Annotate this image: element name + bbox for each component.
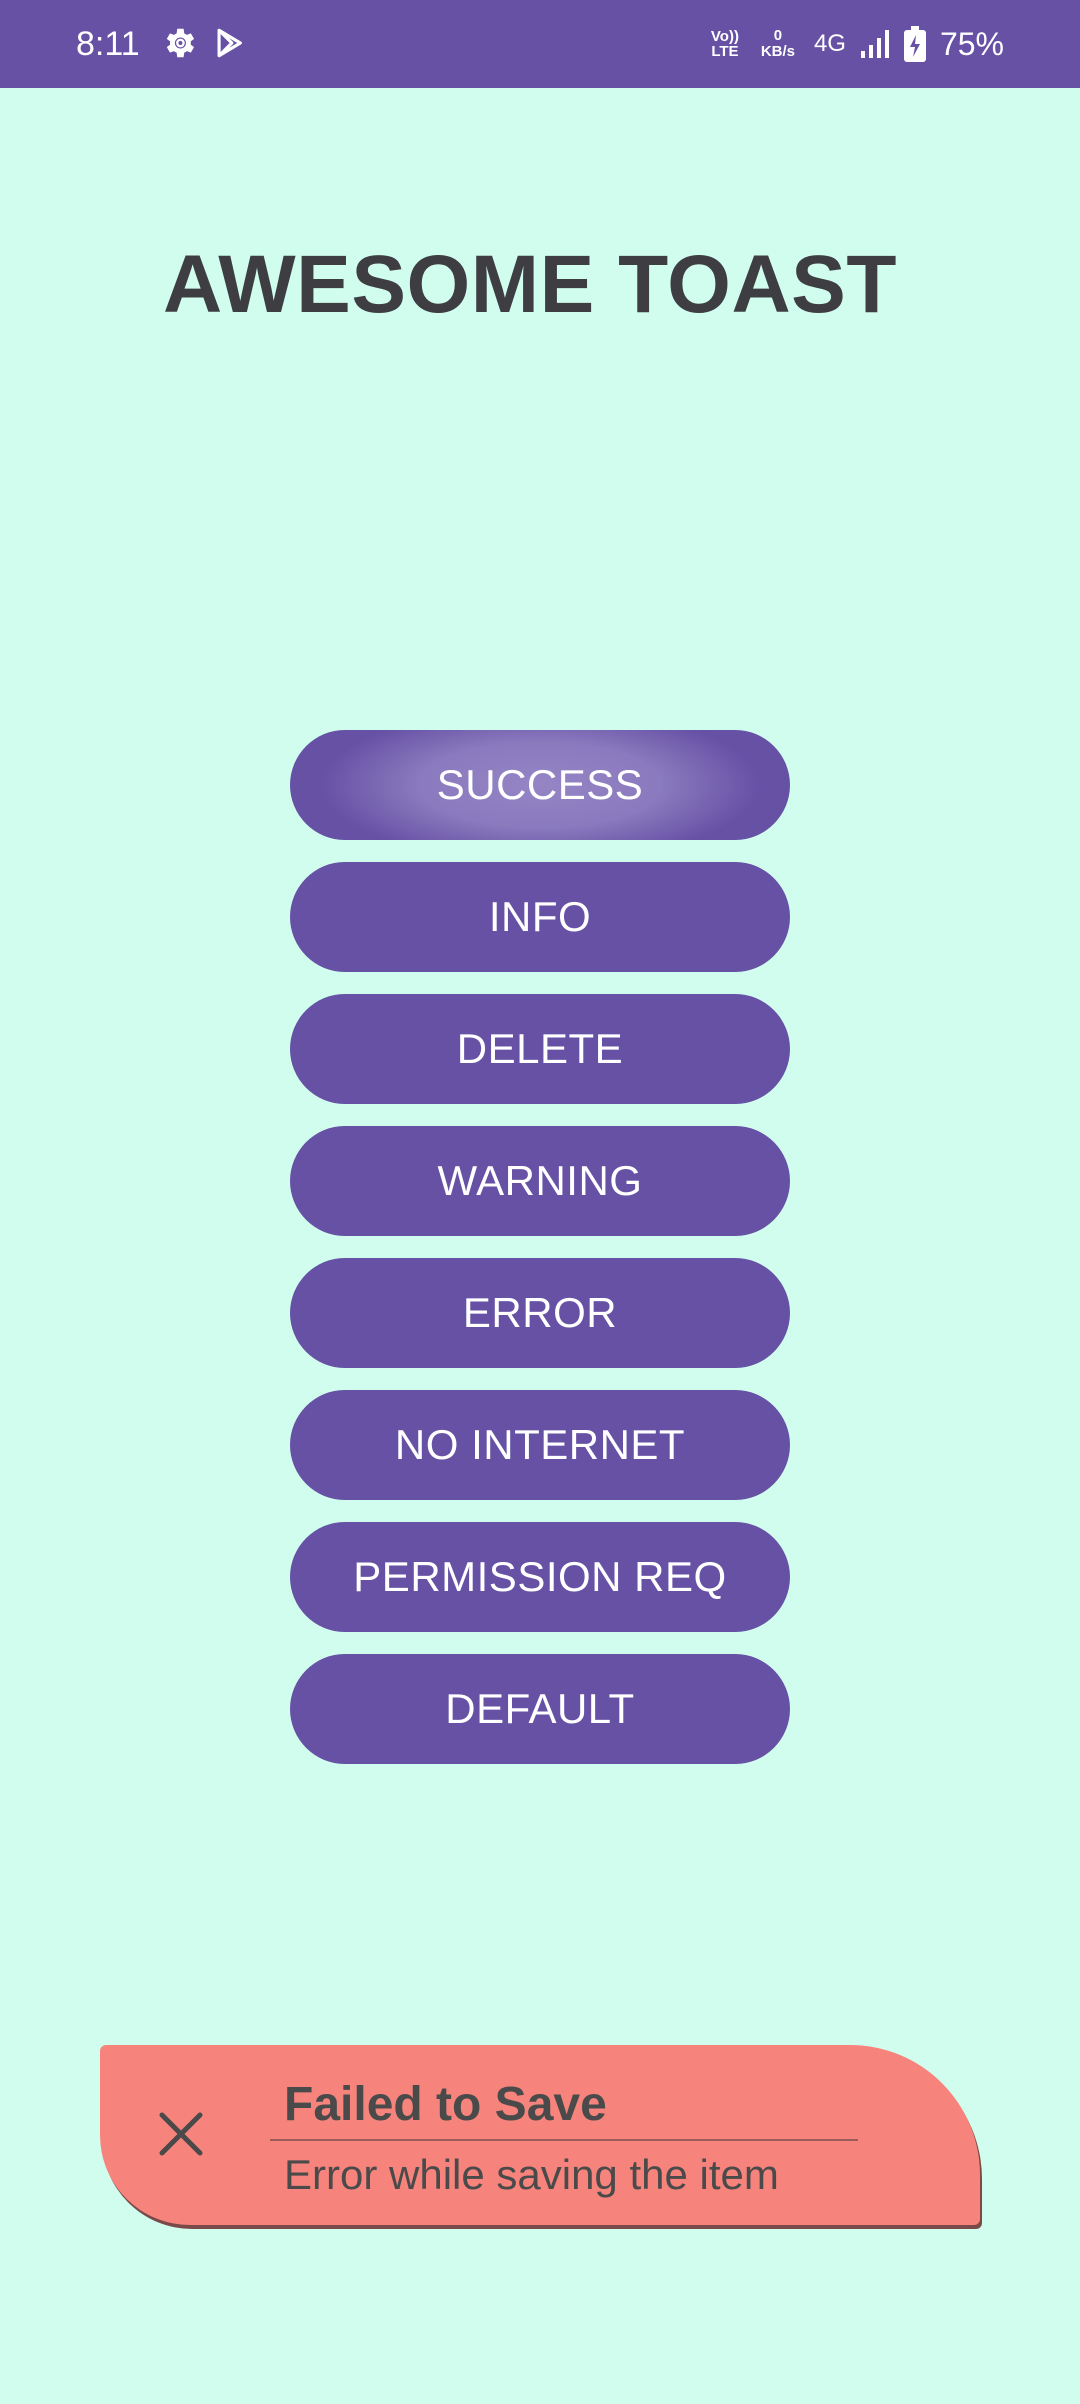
error-toast: Failed to Save Error while saving the it…: [100, 2045, 980, 2225]
delete-button-label: DELETE: [456, 1025, 624, 1072]
error-button[interactable]: ERROR: [290, 1258, 790, 1368]
gear-icon: [166, 28, 195, 58]
toast-divider: [270, 2139, 858, 2141]
success-button[interactable]: SUCCESS: [290, 730, 790, 840]
status-right-group: Vo)) LTE 0 KB/s 4G 75%: [708, 18, 1004, 70]
info-button[interactable]: INFO: [290, 862, 790, 972]
network-type: 4G: [813, 30, 846, 57]
network-speed: 0 KB/s: [756, 28, 800, 60]
volte-top-label: Vo)): [710, 28, 739, 45]
volte-bottom-label: LTE: [711, 43, 739, 60]
no-internet-button[interactable]: NO INTERNET: [290, 1390, 790, 1500]
toast-message: Error while saving the item: [284, 2151, 779, 2198]
warning-button-label: WARNING: [437, 1157, 643, 1204]
close-icon: [159, 2112, 203, 2156]
status-bar: 8:11 Vo)) LTE 0 KB/s 4G 75%: [0, 0, 1080, 88]
volte-indicator: Vo)) LTE: [708, 29, 742, 59]
speed-unit: KB/s: [760, 43, 796, 60]
warning-button[interactable]: WARNING: [290, 1126, 790, 1236]
info-button-label: INFO: [488, 893, 592, 940]
default-button-label: DEFAULT: [445, 1685, 635, 1732]
permission-req-button[interactable]: PERMISSION REQ: [290, 1522, 790, 1632]
toast-title: Failed to Save: [284, 2078, 607, 2131]
success-button-label: SUCCESS: [436, 761, 644, 808]
page-title: AWESOME TOAST: [163, 239, 897, 330]
battery-charging-icon: [903, 26, 926, 62]
speed-value: 0: [773, 27, 783, 44]
battery-percentage: 75%: [939, 25, 1004, 62]
status-time: 8:11: [76, 25, 140, 63]
no-internet-button-label: NO INTERNET: [394, 1421, 686, 1468]
play-store-icon: [217, 28, 242, 58]
default-button[interactable]: DEFAULT: [290, 1654, 790, 1764]
permission-req-button-label: PERMISSION REQ: [353, 1553, 727, 1600]
delete-button[interactable]: DELETE: [290, 994, 790, 1104]
error-button-label: ERROR: [462, 1289, 618, 1336]
signal-icon: [860, 30, 889, 58]
